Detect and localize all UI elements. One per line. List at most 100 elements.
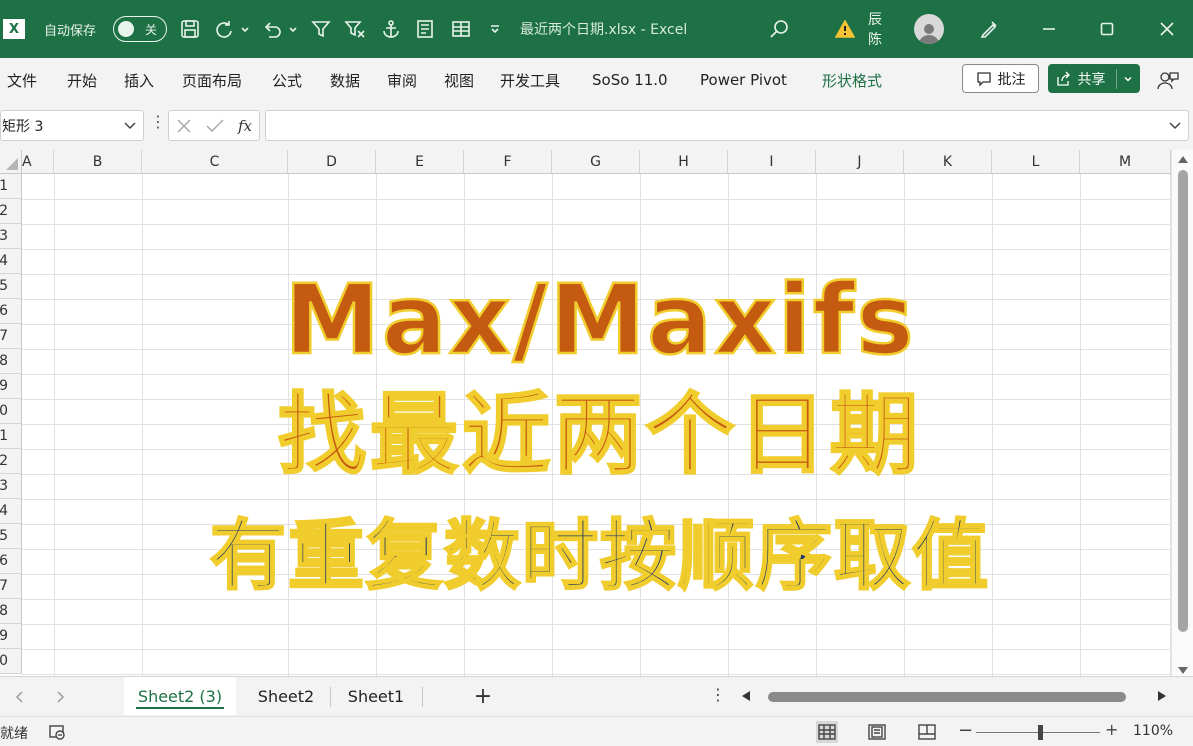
horizontal-scrollbar[interactable] [738, 677, 1178, 715]
zoom-out-button[interactable]: − [958, 720, 973, 741]
expand-formula-icon[interactable] [1168, 118, 1182, 132]
column-header[interactable]: F [464, 150, 552, 174]
row-header[interactable]: 19 [0, 624, 22, 649]
accessibility-icon[interactable] [46, 721, 68, 743]
save-icon[interactable] [176, 0, 204, 58]
tab-power-pivot[interactable]: Power Pivot [700, 58, 787, 102]
tab-shape-format[interactable]: 形状格式 [822, 58, 882, 102]
column-header[interactable]: H [640, 150, 728, 174]
share-button[interactable]: 共享 [1048, 64, 1140, 93]
redo-dropdown-icon[interactable] [238, 0, 252, 58]
form-icon[interactable] [412, 0, 438, 58]
insert-function-icon[interactable]: fx [238, 117, 252, 135]
row-header[interactable]: 11 [0, 424, 22, 449]
row-header[interactable]: 15 [0, 524, 22, 549]
normal-view-icon[interactable] [816, 721, 838, 743]
scroll-down-icon[interactable] [1178, 667, 1188, 674]
autosave-toggle[interactable]: 关 [112, 0, 168, 58]
scroll-left-icon[interactable] [742, 691, 750, 701]
more-sheets-icon[interactable]: ⋮ [710, 685, 726, 704]
add-sheet-button[interactable]: + [472, 683, 494, 709]
tab-view[interactable]: 视图 [444, 58, 474, 102]
column-header[interactable]: D [288, 150, 376, 174]
tab-review[interactable]: 审阅 [387, 58, 417, 102]
scroll-right-icon[interactable] [1158, 691, 1166, 701]
tab-data[interactable]: 数据 [330, 58, 360, 102]
clear-filter-icon[interactable] [342, 0, 368, 58]
tab-home[interactable]: 开始 [67, 58, 97, 102]
tab-developer[interactable]: 开发工具 [500, 58, 560, 102]
share-dropdown-icon[interactable] [1123, 74, 1133, 84]
column-header[interactable]: G [552, 150, 640, 174]
tab-page-layout[interactable]: 页面布局 [182, 58, 242, 102]
filter-icon[interactable] [308, 0, 334, 58]
close-icon[interactable] [1154, 0, 1180, 58]
page-break-view-icon[interactable] [916, 721, 938, 743]
zoom-in-button[interactable]: + [1105, 720, 1118, 739]
sheet-tab-active[interactable]: Sheet2 (3) [124, 677, 236, 715]
formula-input[interactable] [265, 110, 1189, 141]
tab-soso[interactable]: SoSo 11.0 [592, 58, 668, 102]
row-header[interactable]: 18 [0, 599, 22, 624]
row-header[interactable]: 10 [0, 399, 22, 424]
next-sheet-icon[interactable] [52, 689, 68, 705]
column-header[interactable]: K [904, 150, 992, 174]
row-header[interactable]: 4 [0, 249, 22, 274]
user-avatar[interactable] [912, 0, 946, 58]
tab-insert[interactable]: 插入 [124, 58, 154, 102]
sheet-tab[interactable]: Sheet2 [246, 677, 326, 715]
user-name[interactable]: 辰 陈 [868, 0, 908, 58]
excel-app-icon[interactable]: X [0, 0, 28, 58]
vertical-scroll-thumb[interactable] [1178, 170, 1188, 632]
column-header[interactable]: J [816, 150, 904, 174]
anchor-icon[interactable] [378, 0, 404, 58]
row-header[interactable]: 1 [0, 174, 22, 199]
undo-icon[interactable] [258, 0, 286, 58]
customize-toolbar-icon[interactable] [484, 0, 506, 58]
row-header[interactable]: 16 [0, 549, 22, 574]
sheet-tab[interactable]: Sheet1 [336, 677, 416, 715]
search-icon[interactable] [766, 0, 792, 58]
row-header[interactable]: 2 [0, 199, 22, 224]
row-header[interactable]: 3 [0, 224, 22, 249]
collaborate-people-icon[interactable] [1156, 68, 1180, 92]
comments-button[interactable]: 批注 [962, 64, 1039, 93]
row-header[interactable]: 20 [0, 649, 22, 674]
page-layout-view-icon[interactable] [866, 721, 888, 743]
redo-icon[interactable] [212, 0, 236, 58]
scroll-up-icon[interactable] [1178, 156, 1188, 163]
row-header[interactable]: 7 [0, 324, 22, 349]
zoom-slider-thumb[interactable] [1038, 725, 1043, 740]
row-header[interactable]: 12 [0, 449, 22, 474]
column-header[interactable]: E [376, 150, 464, 174]
tab-file[interactable]: 文件 [7, 58, 37, 102]
designer-pen-icon[interactable] [976, 0, 1002, 58]
row-header[interactable]: 13 [0, 474, 22, 499]
row-header[interactable]: 9 [0, 374, 22, 399]
chevron-down-icon[interactable] [123, 118, 137, 132]
table-grid-icon[interactable] [448, 0, 474, 58]
column-header[interactable]: A [22, 150, 54, 174]
warning-icon[interactable] [834, 0, 856, 58]
column-header[interactable]: I [728, 150, 816, 174]
previous-sheet-icon[interactable] [12, 689, 28, 705]
minimize-icon[interactable] [1036, 0, 1062, 58]
row-header[interactable]: 5 [0, 274, 22, 299]
vertical-scrollbar[interactable] [1171, 150, 1193, 676]
enter-check-icon[interactable] [206, 118, 224, 134]
row-header[interactable]: 8 [0, 349, 22, 374]
horizontal-scroll-thumb[interactable] [768, 692, 1126, 702]
row-header[interactable]: 17 [0, 574, 22, 599]
name-box[interactable]: 矩形 3 [0, 110, 144, 141]
undo-dropdown-icon[interactable] [286, 0, 300, 58]
more-options-icon[interactable]: ⋮ [150, 112, 166, 131]
tab-formulas[interactable]: 公式 [272, 58, 302, 102]
row-header[interactable]: 6 [0, 299, 22, 324]
title-shape-rectangle[interactable]: Max/Maxifs 找最近两个日期 有重复数时按顺序取值 [150, 260, 1050, 610]
column-header[interactable]: B [54, 150, 142, 174]
column-header[interactable]: L [992, 150, 1080, 174]
select-all-corner[interactable] [0, 150, 22, 174]
zoom-level[interactable]: 110% [1133, 723, 1173, 739]
column-header[interactable]: M [1080, 150, 1171, 174]
worksheet-grid[interactable]: A B C D E F G H I J K L M 1 2 3 4 5 6 7 … [0, 150, 1193, 676]
